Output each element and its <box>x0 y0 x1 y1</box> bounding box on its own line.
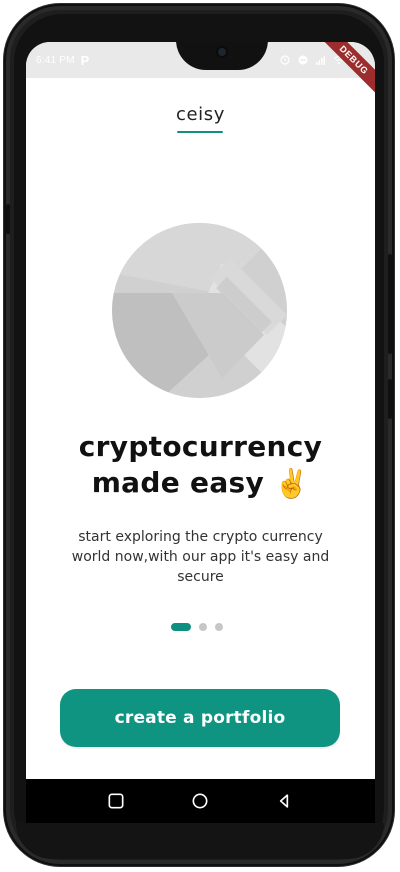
back-icon <box>279 794 289 808</box>
status-time: 6:41 PM <box>36 54 75 66</box>
headline: cryptocurrency made easy ✌️ <box>26 429 375 501</box>
volume-button <box>388 379 392 419</box>
hero-illustration <box>112 223 287 398</box>
create-portfolio-button[interactable]: create a portfolio <box>60 689 340 747</box>
side-key <box>6 204 10 234</box>
page-dot-1[interactable] <box>171 623 191 631</box>
power-button <box>388 254 392 354</box>
status-p-label: P <box>80 52 90 68</box>
page-dot-2[interactable] <box>199 623 207 631</box>
page-dot-3[interactable] <box>215 623 223 631</box>
brand-title: ceisy <box>175 104 225 125</box>
alarm-icon <box>279 54 291 66</box>
brand-underline <box>177 131 223 133</box>
status-left: 6:41 PM P <box>36 54 89 67</box>
back-button[interactable] <box>272 789 296 813</box>
home-icon <box>192 793 208 809</box>
home-button[interactable] <box>188 789 212 813</box>
phone-bottom-bezel <box>16 823 384 859</box>
onboarding-description: start exploring the crypto currency worl… <box>71 529 330 585</box>
victory-hand-icon: ✌️ <box>274 467 310 500</box>
headline-line-2-wrap: made easy ✌️ <box>26 465 375 501</box>
overview-icon <box>108 793 124 809</box>
phone-screen: 6:41 PM P DEBUG ceisy cryptocurrency mad… <box>26 42 375 779</box>
headline-line-2: made easy <box>91 466 265 499</box>
android-navigation-bar <box>26 779 375 823</box>
headline-line-1: cryptocurrency <box>78 430 323 463</box>
signal-icon <box>315 54 327 66</box>
overview-button[interactable] <box>104 789 128 813</box>
pagination-indicator <box>171 623 223 631</box>
front-camera <box>216 46 228 58</box>
create-portfolio-label: create a portfolio <box>114 708 286 728</box>
dnd-icon <box>297 54 309 66</box>
